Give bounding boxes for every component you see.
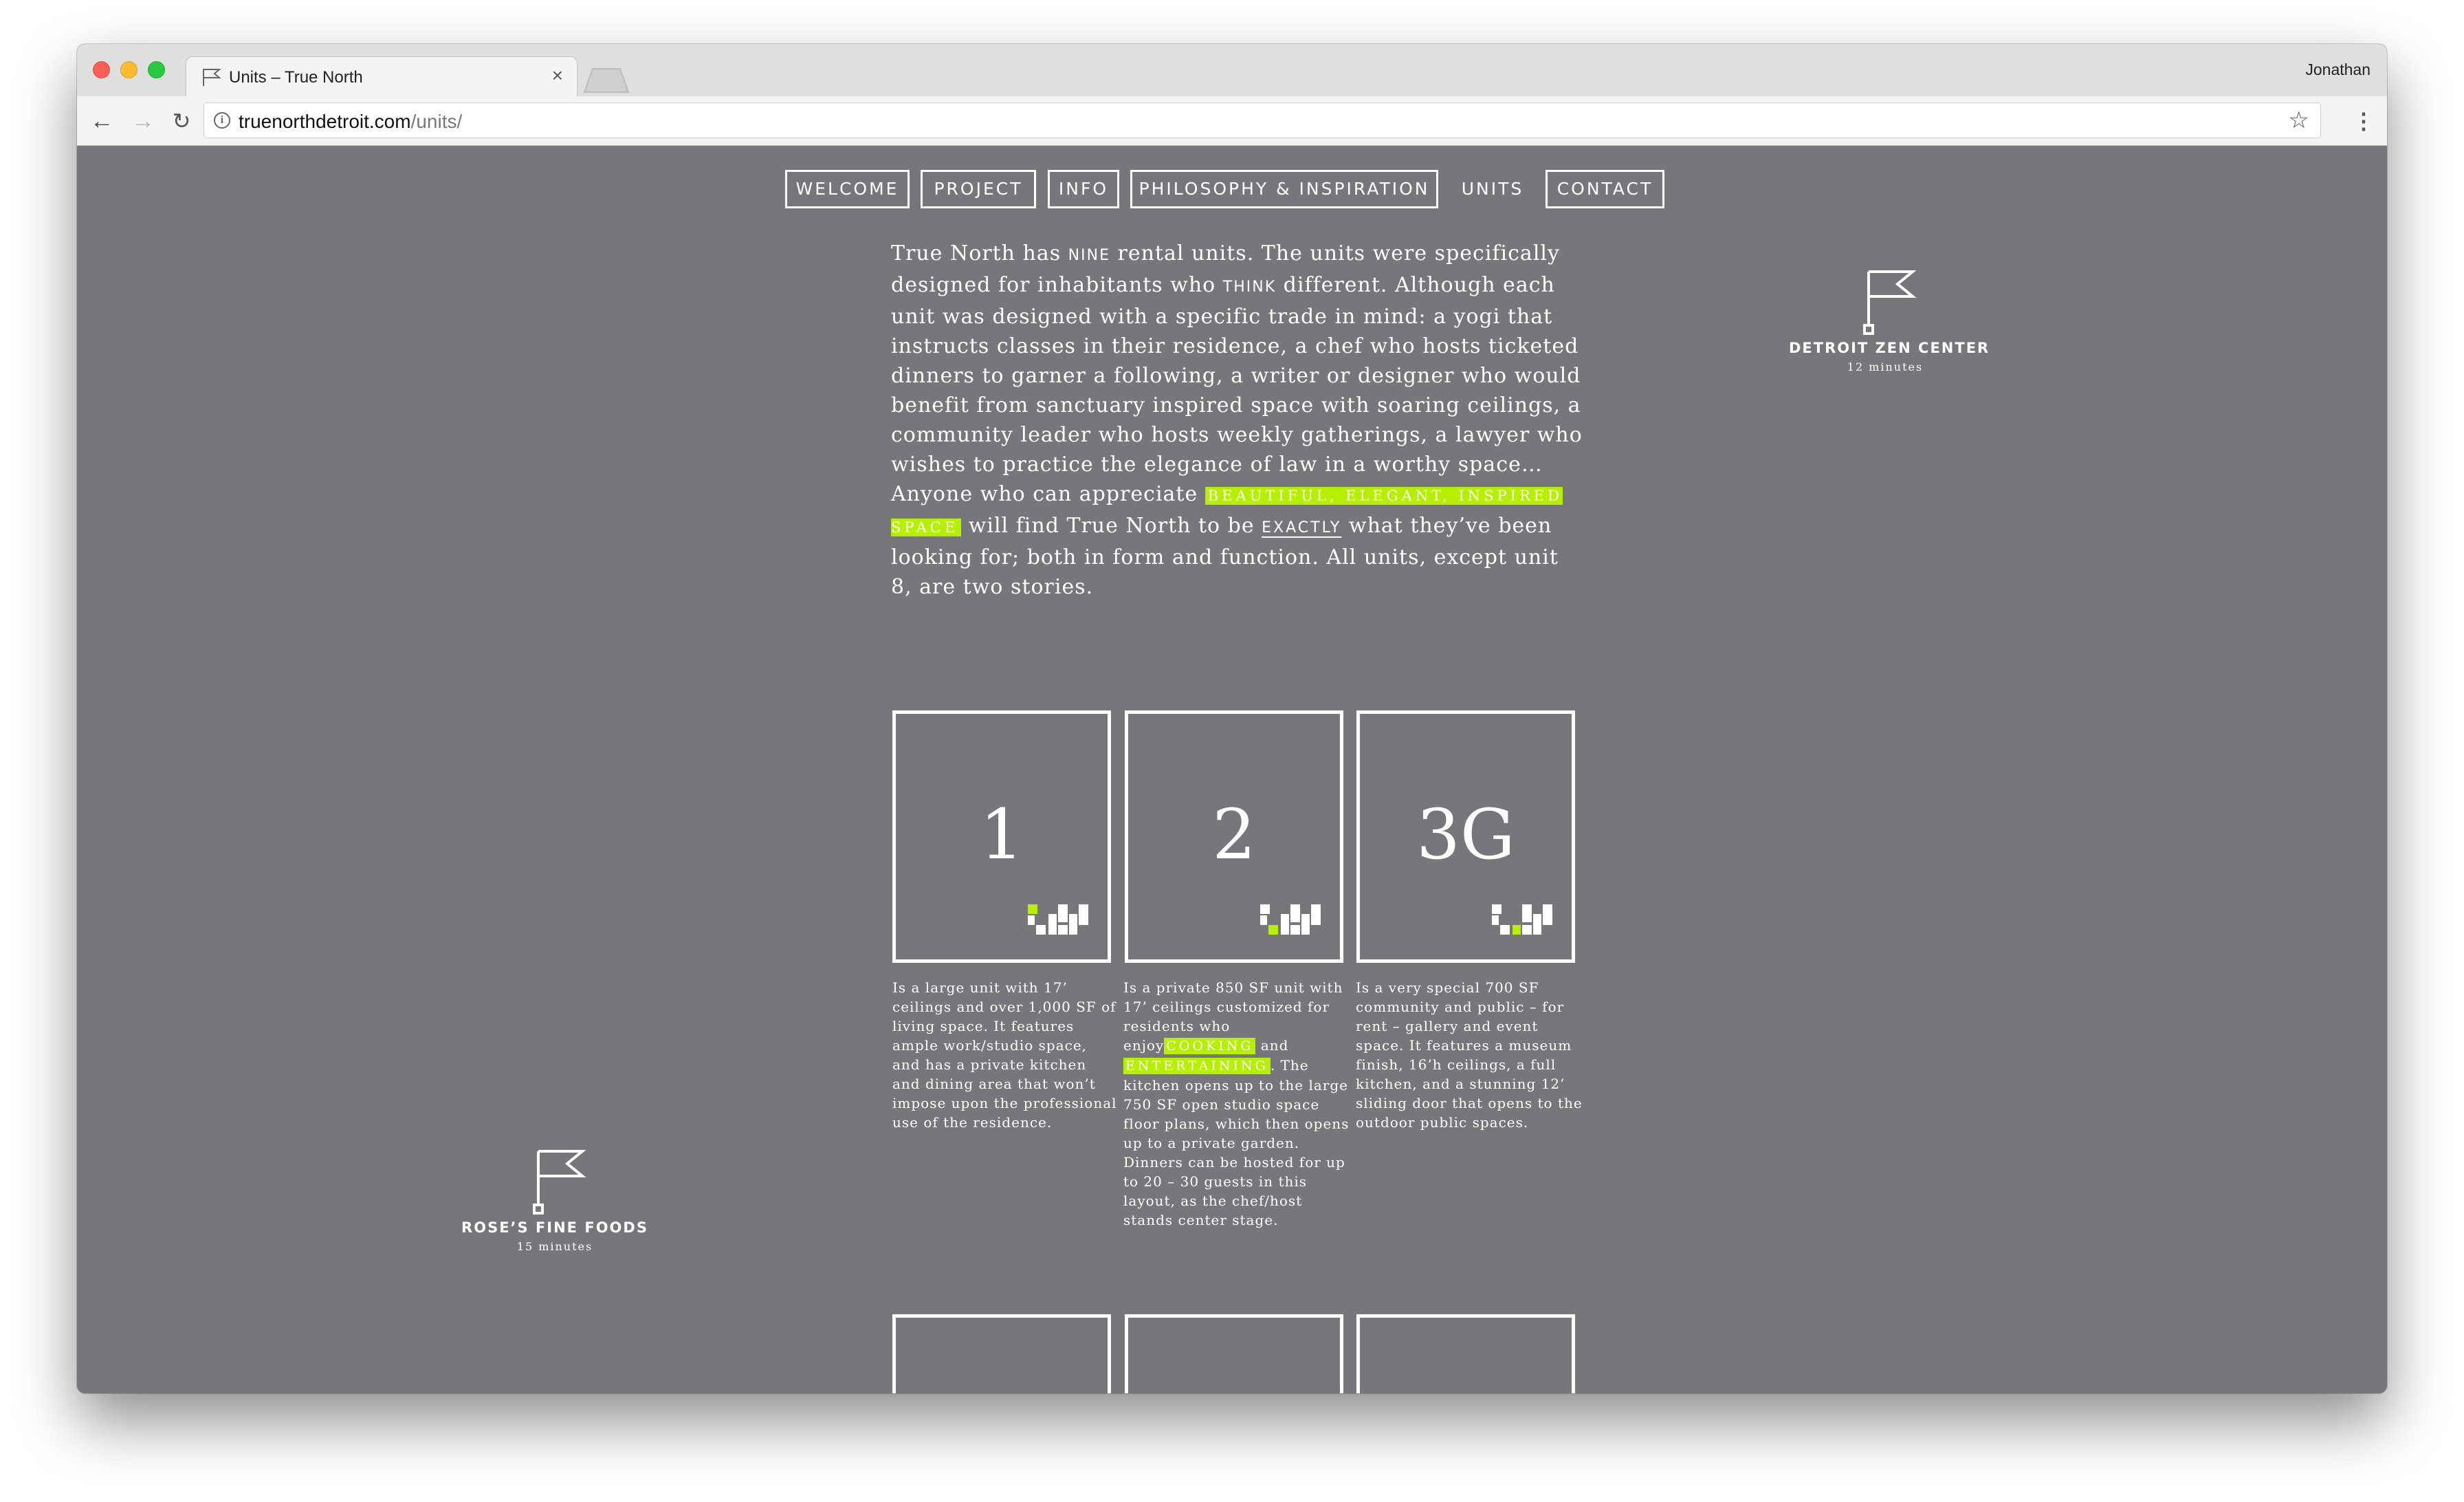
unit-2-description: Is a private 850 SF unit with 17’ ceilin…: [1123, 978, 1350, 1230]
floorplan-icon: [1028, 904, 1088, 935]
browser-window: Units – True North × Jonathan ← → ↻ i tr…: [77, 44, 2387, 1393]
poi-name: ROSE’S FINE FOODS: [461, 1219, 648, 1236]
menu-dots-icon[interactable]: ⋮: [2353, 107, 2375, 135]
nav-units[interactable]: UNITS: [1452, 170, 1533, 208]
minimize-window-button[interactable]: [120, 61, 138, 78]
title-bar: Units – True North × Jonathan: [77, 44, 2387, 96]
maximize-window-button[interactable]: [148, 61, 165, 78]
site-nav: WELCOME PROJECT INFO PHILOSOPHY & INSPIR…: [77, 170, 2387, 208]
back-arrow-icon[interactable]: ←: [88, 107, 116, 135]
page-content: WELCOME PROJECT INFO PHILOSOPHY & INSPIR…: [77, 146, 2387, 1393]
unit-2-text: and: [1255, 1037, 1289, 1054]
poi-time: 15 minutes: [516, 1240, 593, 1253]
intro-think: THINK: [1222, 279, 1277, 296]
flag-icon: [533, 1150, 586, 1215]
star-icon[interactable]: ☆: [2289, 107, 2309, 134]
intro-text: True North has: [891, 241, 1068, 265]
poi-roses-fine-foods[interactable]: ROSE’S FINE FOODS 15 minutes: [459, 1147, 651, 1253]
url-path: /units/: [410, 111, 463, 132]
flag-icon: [1863, 270, 1917, 335]
close-window-button[interactable]: [93, 61, 110, 78]
new-tab-button[interactable]: [583, 66, 630, 94]
unit-tile-1[interactable]: 1: [892, 710, 1111, 963]
info-icon[interactable]: i: [214, 112, 230, 129]
nav-philosophy[interactable]: PHILOSOPHY & INSPIRATION: [1130, 170, 1438, 208]
intro-nine: NINE: [1068, 247, 1110, 264]
tab-title: Units – True North: [229, 68, 363, 87]
unit-tile-2[interactable]: 2: [1125, 710, 1343, 963]
nav-project[interactable]: PROJECT: [921, 170, 1036, 208]
intro-text: will find True North to be: [961, 514, 1262, 538]
unit-tile-3g[interactable]: 3G: [1356, 710, 1575, 963]
unit-number: 2: [1212, 794, 1256, 875]
unit-tile-3h[interactable]: 3H: [892, 1314, 1111, 1393]
intro-text: different. Although each unit was design…: [891, 273, 1583, 506]
address-bar[interactable]: i truenorthdetroit.com/units/ ☆: [204, 102, 2321, 138]
poi-detroit-zen-center[interactable]: DETROIT ZEN CENTER 12 minutes: [1789, 268, 1990, 373]
unit-2-highlight: COOKING: [1164, 1038, 1256, 1054]
forward-arrow-icon[interactable]: →: [129, 107, 157, 135]
unit-3g-description: Is a very special 700 SF community and p…: [1356, 979, 1583, 1131]
nav-info[interactable]: INFO: [1048, 170, 1119, 208]
unit-tile-4e[interactable]: 4E: [1125, 1314, 1343, 1393]
floorplan-icon: [1492, 904, 1552, 935]
tab-close-icon[interactable]: ×: [552, 66, 563, 85]
unit-2-highlight: ENTERTAINING: [1123, 1058, 1270, 1074]
floorplan-icon: [1260, 904, 1321, 935]
unit-tile-4w[interactable]: 4W: [1356, 1314, 1575, 1393]
poi-time: 12 minutes: [1847, 360, 1924, 373]
url-host: truenorthdetroit.com: [239, 111, 411, 132]
poi-name: DETROIT ZEN CENTER: [1789, 340, 1990, 356]
browser-tab[interactable]: Units – True North ×: [186, 56, 578, 96]
unit-number: 3G: [1416, 794, 1515, 875]
nav-welcome[interactable]: WELCOME: [785, 170, 910, 208]
url-text[interactable]: truenorthdetroit.com/units/: [239, 111, 462, 133]
flag-icon: [203, 69, 221, 86]
unit-number: 1: [980, 794, 1024, 875]
intro-exactly-link[interactable]: EXACTLY: [1262, 519, 1341, 536]
profile-name[interactable]: Jonathan: [2305, 61, 2370, 79]
unit-2-text: . The kitchen opens up to the large 750 …: [1123, 1057, 1350, 1228]
intro-paragraph: True North has NINE rental units. The un…: [891, 239, 1585, 602]
nav-contact[interactable]: CONTACT: [1546, 170, 1664, 208]
unit-1-description: Is a large unit with 17’ ceilings and ov…: [892, 979, 1117, 1131]
browser-toolbar: ← → ↻ i truenorthdetroit.com/units/ ☆ ⋮: [77, 96, 2387, 146]
reload-icon[interactable]: ↻: [168, 107, 195, 135]
